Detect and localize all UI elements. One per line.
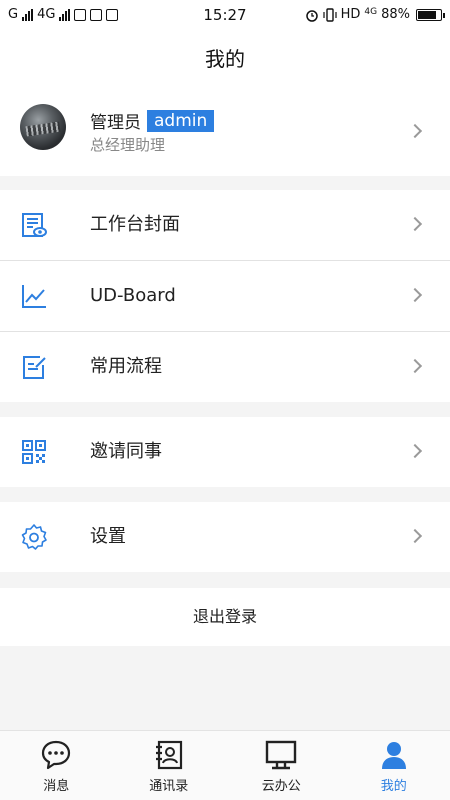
contacts-book-icon — [155, 740, 182, 770]
status-bar: G 4G 15:27 HD 4G 88% — [0, 0, 450, 30]
bottom-tab-bar: 消息 通讯录 云办公 我的 — [0, 730, 450, 800]
vibrate-icon — [322, 7, 337, 22]
menu-label: 常用流程 — [90, 356, 162, 377]
tab-label: 通讯录 — [149, 779, 189, 794]
tab-label: 云办公 — [261, 779, 301, 794]
tab-mine[interactable]: 我的 — [338, 731, 450, 800]
page-title: 我的 — [0, 30, 450, 88]
tab-contacts[interactable]: 通讯录 — [113, 731, 226, 800]
dashboard-cover-icon — [22, 213, 47, 237]
tab-messages[interactable]: 消息 — [0, 731, 113, 800]
battery-icon — [416, 8, 445, 21]
monitor-icon — [266, 740, 297, 770]
tab-label: 消息 — [43, 779, 70, 794]
battery-fill — [418, 10, 436, 19]
hd-label: HD — [340, 7, 361, 22]
menu-item-invite-colleague[interactable]: 邀请同事 — [0, 417, 450, 487]
chevron-right-icon — [407, 358, 423, 374]
profile-username-badge: admin — [147, 109, 215, 132]
qr-code-icon — [22, 440, 46, 464]
avatar[interactable] — [20, 104, 66, 150]
logout-button[interactable]: 退出登录 — [0, 588, 450, 646]
edit-form-icon — [23, 356, 46, 379]
status-right: HD 4G 88% — [305, 6, 445, 22]
alarm-icon — [305, 9, 318, 22]
chevron-right-icon — [407, 287, 423, 303]
chevron-right-icon — [407, 528, 423, 544]
tab-cloud-office[interactable]: 云办公 — [225, 731, 338, 800]
profile-card[interactable]: 管理员 admin 总经理助理 — [0, 88, 450, 176]
menu-label: 工作台封面 — [90, 214, 180, 235]
menu-item-ud-board[interactable]: UD-Board — [0, 261, 450, 331]
line-chart-icon — [22, 285, 46, 308]
lte-label: 4G — [364, 6, 378, 17]
profile-name-line: 管理员 admin — [90, 108, 215, 133]
chat-bubble-icon — [42, 740, 71, 770]
menu-item-common-process[interactable]: 常用流程 — [0, 332, 450, 402]
menu-label: UD-Board — [90, 285, 176, 306]
chevron-right-icon — [407, 443, 423, 459]
menu-item-settings[interactable]: 设置 — [0, 502, 450, 572]
menu-item-dashboard-cover[interactable]: 工作台封面 — [0, 190, 450, 260]
menu-label: 设置 — [90, 526, 126, 547]
chevron-right-icon — [407, 123, 423, 139]
tab-label: 我的 — [380, 779, 407, 794]
user-icon — [381, 742, 406, 769]
gear-icon — [21, 524, 47, 550]
battery-percent: 88% — [381, 7, 410, 22]
chevron-right-icon — [407, 216, 423, 232]
menu-label: 邀请同事 — [90, 441, 162, 462]
profile-name: 管理员 — [90, 113, 141, 133]
profile-role: 总经理助理 — [90, 136, 166, 154]
